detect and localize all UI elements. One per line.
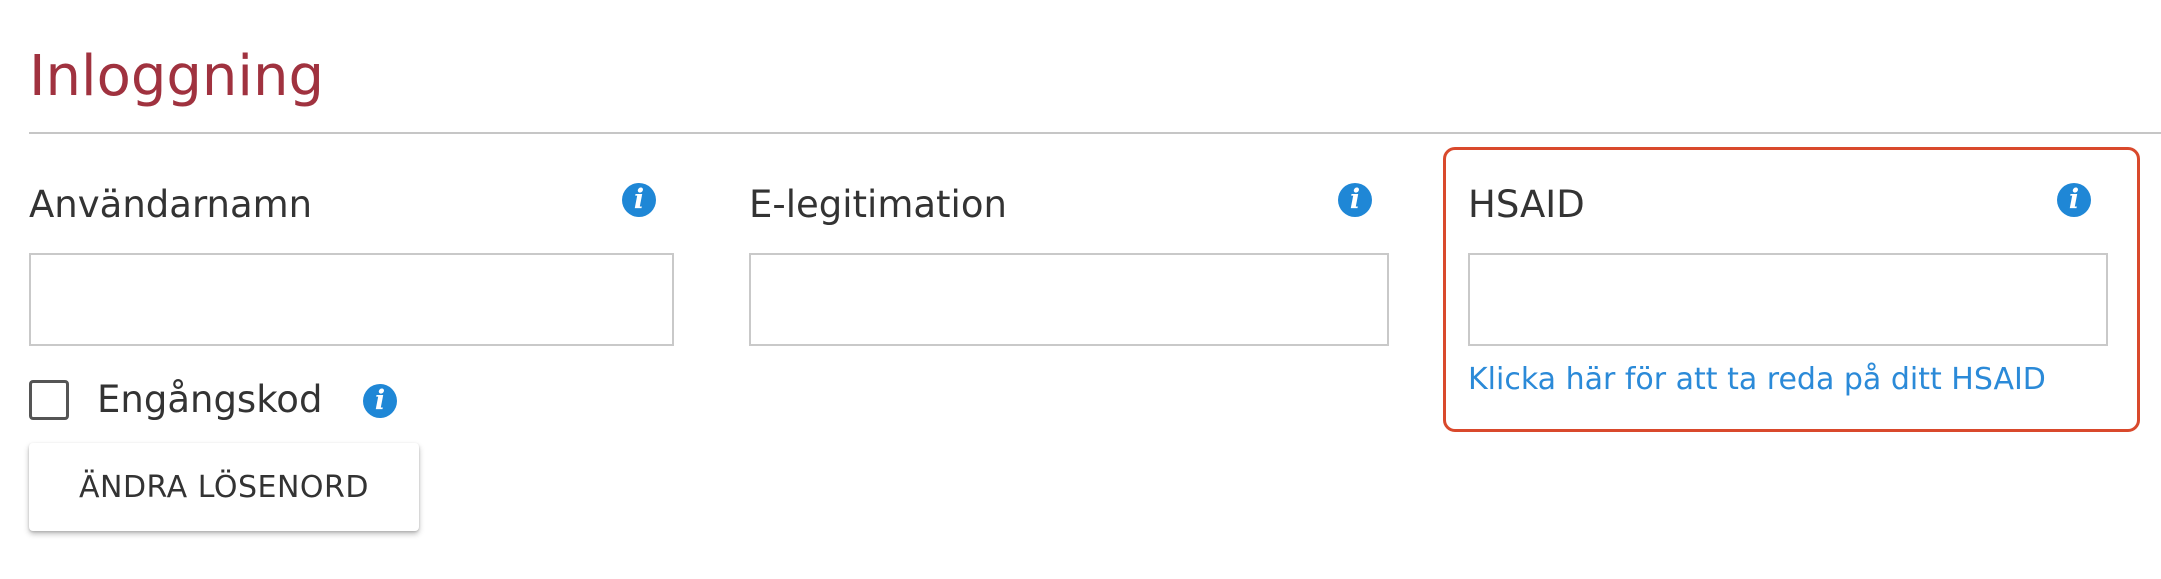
e-legitimation-label: E-legitimation <box>749 183 1007 226</box>
hsaid-input[interactable] <box>1470 255 2106 344</box>
e-legitimation-field <box>749 253 1389 346</box>
hsaid-info-icon[interactable]: i <box>2057 183 2091 217</box>
hsaid-label: HSAID <box>1468 183 1585 226</box>
username-label: Användarnamn <box>29 183 313 226</box>
username-field <box>29 253 674 346</box>
username-info-icon[interactable]: i <box>622 183 656 217</box>
change-password-button[interactable]: ÄNDRA LÖSENORD <box>29 443 419 531</box>
one-time-code-label[interactable]: Engångskod <box>97 378 322 421</box>
hsaid-help-link[interactable]: Klicka här för att ta reda på ditt HSAID <box>1468 362 2046 397</box>
one-time-code-info-icon[interactable]: i <box>363 384 397 418</box>
one-time-code-checkbox[interactable] <box>29 380 69 420</box>
hsaid-field <box>1468 253 2108 346</box>
e-legitimation-input[interactable] <box>751 255 1387 344</box>
section-divider <box>29 132 2161 134</box>
e-legitimation-info-icon[interactable]: i <box>1338 183 1372 217</box>
username-input[interactable] <box>31 255 672 344</box>
section-title: Inloggning <box>29 44 325 109</box>
